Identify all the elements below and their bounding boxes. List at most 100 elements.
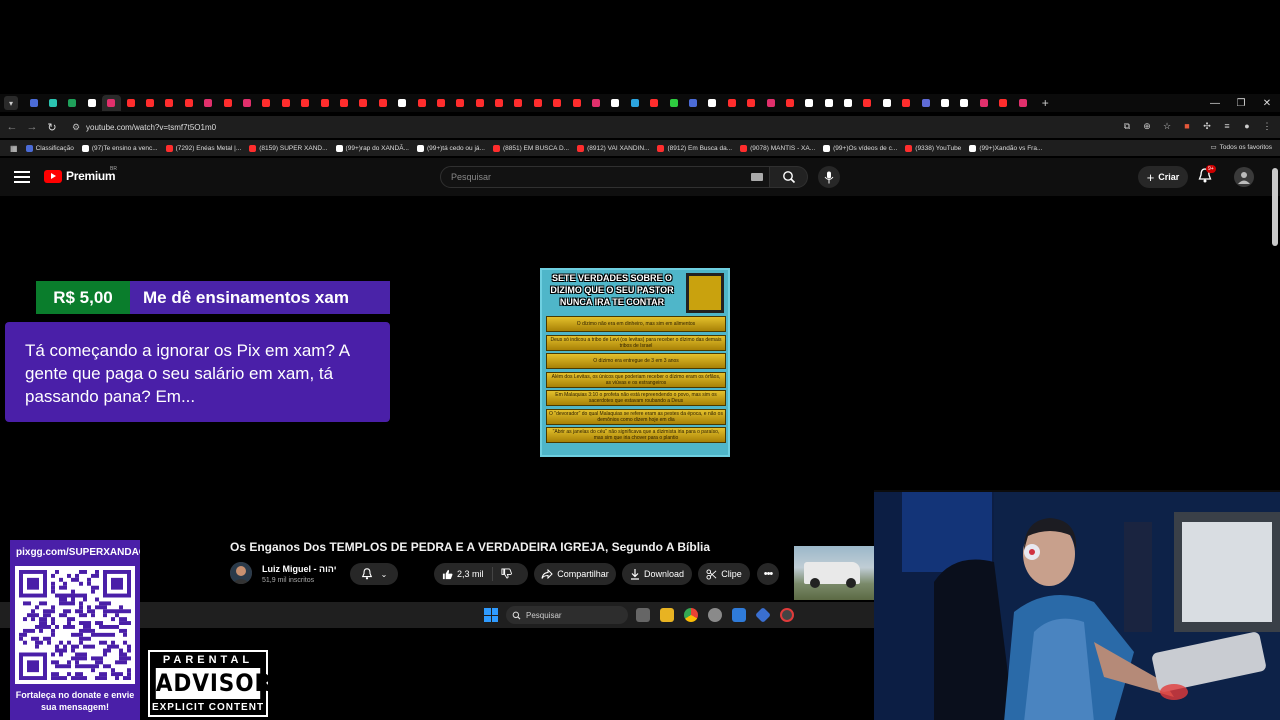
browser-tab[interactable] [877,95,896,111]
settings-icon[interactable] [708,608,722,622]
channel-avatar[interactable] [230,562,252,584]
reload-button[interactable]: ↻ [42,117,62,137]
bookmark-item[interactable]: (9078) MANTIS - XA... [740,144,815,152]
bookmark-star-icon[interactable]: ☆ [1160,119,1174,133]
bookmark-item[interactable]: (7292) Enéas Metal |... [165,144,241,152]
channel-name[interactable]: Luiz Miguel - יהוה [262,564,336,574]
browser-tab[interactable] [606,95,625,111]
browser-tab[interactable] [24,95,43,111]
search-input[interactable]: Pesquisar [440,166,770,188]
search-button[interactable] [770,166,808,188]
like-button[interactable]: 2,3 mil [434,567,493,581]
page-scrollbar[interactable] [1272,168,1278,246]
app-icon[interactable] [780,608,794,622]
task-view-icon[interactable] [636,608,650,622]
address-bar[interactable]: ⚙ youtube.com/watch?v=tsmf7t5O1m0 [72,118,1172,136]
browser-tab[interactable] [218,95,237,111]
browser-tab[interactable] [741,95,760,111]
apps-grid-icon[interactable]: ▦ [10,144,18,153]
bookmark-item[interactable]: (99+)Os vídeos de c... [823,144,897,152]
extension-icon[interactable]: ■ [1180,119,1194,133]
new-tab-button[interactable]: + [1036,95,1054,111]
back-button[interactable]: ← [2,117,22,137]
browser-tab[interactable] [800,95,819,111]
browser-tab[interactable] [567,95,586,111]
browser-tab[interactable] [722,95,741,111]
browser-tab[interactable] [160,95,179,111]
bookmark-item[interactable]: (9338) YouTube [905,144,961,152]
bookmark-item[interactable]: (99+)rap do XANDÃ... [335,144,409,152]
browser-tab[interactable] [489,95,508,111]
extensions-puzzle-icon[interactable]: ✣ [1200,119,1214,133]
install-app-icon[interactable]: ⧉ [1120,119,1134,133]
browser-tab[interactable] [955,95,974,111]
bookmark-item[interactable]: Classificação [25,144,74,152]
taskbar-search-input[interactable]: Pesquisar [506,606,628,624]
browser-tab[interactable] [470,95,489,111]
browser-tab[interactable] [451,95,470,111]
browser-tab[interactable] [528,95,547,111]
browser-tab[interactable] [509,95,528,111]
browser-tab[interactable] [994,95,1013,111]
browser-tab[interactable] [82,95,101,111]
bookmark-item[interactable]: (8159) SUPER XAND... [249,144,328,152]
minimize-button[interactable]: — [1202,94,1228,112]
browser-tab[interactable] [412,95,431,111]
browser-tab[interactable] [974,95,993,111]
browser-tab[interactable] [373,95,392,111]
create-button[interactable]: + Criar [1138,166,1188,188]
browser-tab[interactable] [625,95,644,111]
browser-tab[interactable] [276,95,295,111]
browser-tab[interactable] [838,95,857,111]
more-actions-button[interactable]: ••• [757,563,779,585]
site-info-icon[interactable]: ⚙ [72,122,86,133]
browser-tab[interactable] [664,95,683,111]
browser-tab[interactable] [354,95,373,111]
browser-tab[interactable] [140,95,159,111]
tab-search-dropdown[interactable]: ▾ [4,96,18,110]
voice-search-button[interactable] [818,166,840,188]
browser-tab[interactable] [431,95,450,111]
browser-tab[interactable] [897,95,916,111]
browser-tab[interactable] [43,95,62,111]
browser-tab[interactable] [237,95,256,111]
browser-tab[interactable] [101,95,121,111]
video-player[interactable]: SETE VERDADES SOBRE O DIZIMO QUE O SEU P… [540,268,730,457]
app-icon[interactable] [755,607,771,623]
close-window-button[interactable]: ✕ [1254,94,1280,112]
bookmark-item[interactable]: (8912) Em Busca da... [657,144,732,152]
browser-tab[interactable] [683,95,702,111]
browser-tab[interactable] [179,95,198,111]
browser-tab[interactable] [703,95,722,111]
bookmark-item[interactable]: (99+)Xandão vs Fra... [969,144,1042,152]
app-icon[interactable] [732,608,746,622]
browser-tab[interactable] [819,95,838,111]
browser-tab[interactable] [121,95,140,111]
browser-tab[interactable] [645,95,664,111]
share-button[interactable]: Compartilhar [534,563,616,585]
browser-tab[interactable] [916,95,935,111]
browser-tab[interactable] [257,95,276,111]
hamburger-menu-icon[interactable] [14,169,30,185]
media-icon[interactable]: ≡ [1220,119,1234,133]
file-explorer-icon[interactable] [660,608,674,622]
clip-button[interactable]: Clipe [698,563,750,585]
maximize-button[interactable]: ❐ [1228,94,1254,112]
forward-button[interactable]: → [22,117,42,137]
subscribed-notifications-button[interactable]: ⌄ [350,563,398,585]
browser-tab[interactable] [935,95,954,111]
browser-tab[interactable] [315,95,334,111]
browser-tab[interactable] [392,95,411,111]
dislike-button[interactable] [493,567,512,581]
bookmark-item[interactable]: (8851) EM BUSCA D... [492,144,569,152]
browser-tab[interactable] [761,95,780,111]
browser-menu-icon[interactable]: ⋮ [1260,119,1274,133]
bookmark-item[interactable]: (99+)tá cedo ou já... [416,144,485,152]
recommended-video-thumbnail[interactable] [794,546,874,600]
all-bookmarks-button[interactable]: ▭ Todos os favoritos [1210,143,1272,152]
browser-tab[interactable] [1013,95,1032,111]
browser-tab[interactable] [199,95,218,111]
youtube-premium-logo[interactable]: Premium BR [44,166,117,183]
download-button[interactable]: Download [622,563,692,585]
browser-tab[interactable] [780,95,799,111]
